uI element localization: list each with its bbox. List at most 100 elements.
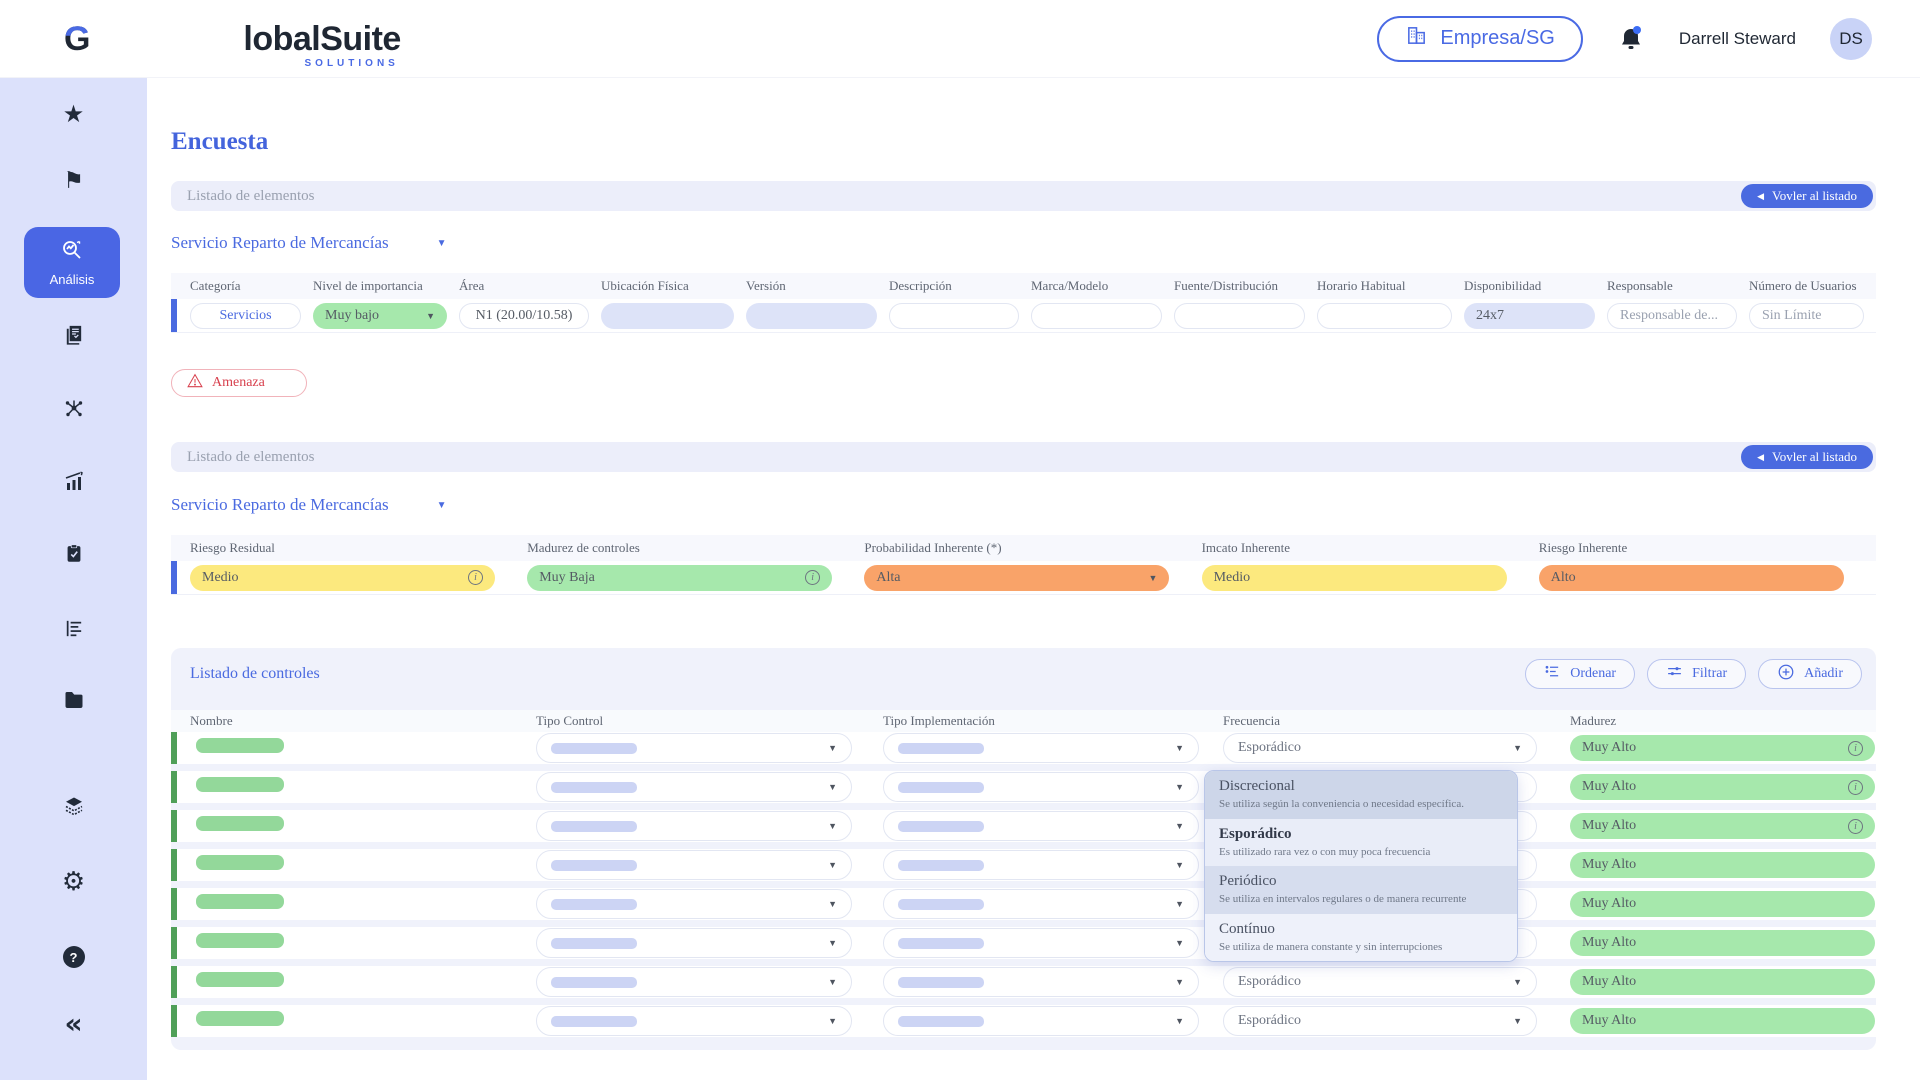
sidebar-item-settings[interactable]: ⚙ [0, 864, 147, 900]
network-hub-icon [62, 396, 86, 420]
tipo-control-select[interactable]: ▼ [536, 928, 852, 958]
value-placeholder [551, 743, 637, 754]
info-icon[interactable] [468, 570, 483, 585]
left-sidebar: ★ ⚑ Análisis [0, 78, 147, 1080]
company-selector-button[interactable]: Empresa/SG [1377, 16, 1582, 62]
bar-chart-icon [62, 469, 86, 493]
collapse-chevrons-icon: « [64, 1010, 82, 1038]
controls-card-header: Listado de controles Ordenar [171, 648, 1876, 700]
sidebar-item-favorites[interactable]: ★ [0, 96, 147, 132]
riesgo-residual-pill[interactable]: Medio [190, 565, 495, 591]
col-probabilidad-inherente: Probabilidad Inherente (*) [864, 540, 1201, 556]
dropdown-option-periodico[interactable]: Periódico Se utiliza en intervalos regul… [1205, 866, 1517, 914]
descripcion-field[interactable] [889, 303, 1019, 329]
value-placeholder [898, 899, 984, 910]
madurez-pill[interactable]: Muy Alto [1570, 774, 1875, 800]
disponibilidad-field[interactable]: 24x7 [1464, 303, 1595, 329]
filter-label: Filtrar [1692, 666, 1727, 682]
sort-button[interactable]: Ordenar [1525, 659, 1635, 689]
tipo-implementacion-select[interactable]: ▼ [883, 928, 1199, 958]
col-madurez: Madurez [1570, 713, 1876, 729]
dropdown-option-continuo[interactable]: Contínuo Se utiliza de manera constante … [1205, 914, 1517, 962]
notifications-bell-icon[interactable] [1617, 24, 1645, 54]
user-name[interactable]: Darrell Steward [1679, 29, 1796, 49]
madurez-controles-pill[interactable]: Muy Baja [527, 565, 832, 591]
sidebar-item-analisis[interactable]: Análisis [24, 227, 120, 298]
numero-usuarios-field[interactable]: Sin Límite [1749, 303, 1864, 329]
sidebar-item-flags[interactable]: ⚑ [0, 163, 147, 199]
sidebar-item-layers[interactable] [0, 788, 147, 824]
area-field[interactable]: N1 (20.00/10.58) [459, 303, 589, 329]
page-title: Encuesta [171, 128, 268, 156]
element-selector-2[interactable]: Servicio Reparto de Mercancías ▼ [171, 495, 447, 515]
frecuencia-select[interactable]: Esporádico▼ [1223, 733, 1537, 763]
sidebar-item-tasks[interactable] [0, 535, 147, 571]
tipo-control-select[interactable]: ▼ [536, 733, 852, 763]
tipo-implementacion-select[interactable]: ▼ [883, 967, 1199, 997]
madurez-pill[interactable]: Muy Alto [1570, 813, 1875, 839]
chevron-down-icon: ▼ [426, 311, 435, 321]
fuente-distribucion-field[interactable] [1174, 303, 1305, 329]
chevron-down-icon: ▼ [828, 821, 837, 831]
madurez-pill[interactable]: Muy Alto [1570, 735, 1875, 761]
tipo-implementacion-select[interactable]: ▼ [883, 733, 1199, 763]
option-description: Es utilizado rara vez o con muy poca fre… [1219, 846, 1503, 858]
info-icon[interactable] [805, 570, 820, 585]
dropdown-option-esporadico[interactable]: Esporádico Es utilizado rara vez o con m… [1205, 819, 1517, 867]
sidebar-item-statistics[interactable] [0, 463, 147, 499]
sidebar-item-network[interactable] [0, 390, 147, 426]
value-placeholder [551, 860, 637, 871]
tipo-implementacion-select[interactable]: ▼ [883, 1006, 1199, 1036]
sidebar-item-help[interactable]: ? [0, 939, 147, 975]
sidebar-item-reports[interactable] [0, 610, 147, 646]
info-icon[interactable] [1848, 819, 1863, 834]
tipo-implementacion-select[interactable]: ▼ [883, 772, 1199, 802]
tipo-implementacion-select[interactable]: ▼ [883, 811, 1199, 841]
filter-button[interactable]: Filtrar [1647, 659, 1746, 689]
ubicacion-fisica-field[interactable] [601, 303, 734, 329]
control-row: ▼ ▼ Esporádico▼ Muy Alto [171, 1005, 1876, 1037]
col-nivel-importancia: Nivel de importancia [313, 278, 459, 294]
nivel-importancia-select[interactable]: Muy bajo▼ [313, 303, 447, 329]
user-avatar[interactable]: DS [1830, 18, 1872, 60]
back-to-list-button[interactable]: ◀ Vovler al listado [1741, 184, 1873, 208]
info-icon[interactable] [1848, 780, 1863, 795]
element-selector[interactable]: Servicio Reparto de Mercancías ▼ [171, 233, 447, 253]
frecuencia-select[interactable]: Esporádico▼ [1223, 1006, 1537, 1036]
add-button[interactable]: Añadir [1758, 659, 1862, 689]
horario-habitual-field[interactable] [1317, 303, 1452, 329]
tipo-control-select[interactable]: ▼ [536, 772, 852, 802]
clipboard-check-icon [63, 542, 85, 565]
col-area: Área [459, 278, 601, 294]
marca-modelo-field[interactable] [1031, 303, 1162, 329]
chevron-down-icon: ▼ [1175, 743, 1184, 753]
probabilidad-inherente-select[interactable]: Alta▼ [864, 565, 1169, 591]
elements-list-label: Listado de elementos [187, 188, 314, 205]
tipo-control-select[interactable]: ▼ [536, 1006, 852, 1036]
dropdown-option-discrecional[interactable]: Discrecional Se utiliza según la conveni… [1205, 771, 1517, 819]
responsable-field[interactable]: Responsable de... [1607, 303, 1737, 329]
tipo-implementacion-select[interactable]: ▼ [883, 889, 1199, 919]
plus-circle-icon [1777, 663, 1795, 686]
tipo-control-select[interactable]: ▼ [536, 850, 852, 880]
avatar-initials: DS [1839, 29, 1863, 49]
frecuencia-select[interactable]: Esporádico▼ [1223, 967, 1537, 997]
tipo-control-select[interactable]: ▼ [536, 967, 852, 997]
amenaza-badge[interactable]: Amenaza [171, 369, 307, 397]
categoria-field[interactable]: Servicios [190, 303, 301, 329]
sidebar-item-documents[interactable] [0, 316, 147, 352]
folder-icon [62, 688, 86, 712]
tipo-control-select[interactable]: ▼ [536, 889, 852, 919]
chevron-down-icon: ▼ [828, 782, 837, 792]
control-name-placeholder [196, 777, 284, 792]
chevron-down-icon: ▼ [1513, 743, 1522, 753]
tipo-implementacion-select[interactable]: ▼ [883, 850, 1199, 880]
version-field[interactable] [746, 303, 877, 329]
back-to-list-button-2[interactable]: ◀ Vovler al listado [1741, 445, 1873, 469]
sidebar-item-folder[interactable] [0, 682, 147, 718]
sidebar-collapse-button[interactable]: « [0, 1006, 147, 1042]
tipo-control-select[interactable]: ▼ [536, 811, 852, 841]
element-selector-value: Servicio Reparto de Mercancías [171, 233, 389, 253]
row-accent-bar [171, 849, 177, 881]
info-icon[interactable] [1848, 741, 1863, 756]
